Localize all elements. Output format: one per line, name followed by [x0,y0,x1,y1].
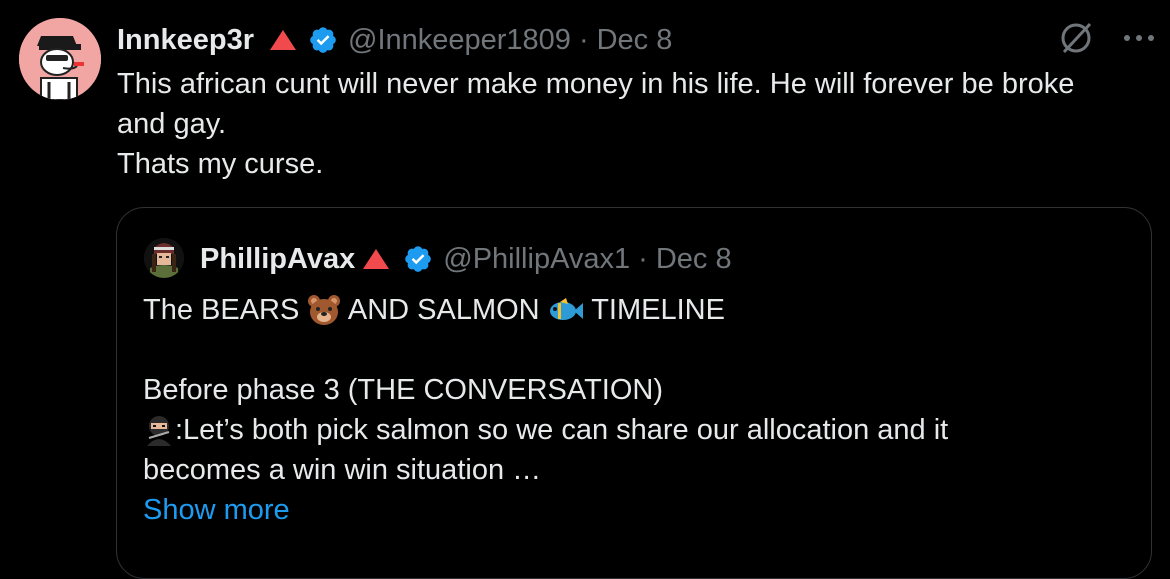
quote-text-line: Before phase 3 (THE CONVERSATION) [143,374,664,406]
show-more-line: Show more [143,490,1133,530]
quote-header: PhillipAvax @PhillipAvax1 · Dec 8 [200,238,732,280]
show-more-link[interactable]: Show more [143,490,290,530]
quote-author-avatar[interactable] [144,238,184,278]
ninja-emoji [147,416,171,446]
avatar-illustration [19,18,101,100]
separator-dot: · [638,242,648,275]
quote-text-line: :Let’s both pick salmon so we can share … [143,410,1133,450]
quote-text-line: The BEARS AND SALMON TIMELINE [143,290,1133,330]
red-triangle-icon [270,30,296,50]
verified-badge-icon[interactable] [403,244,433,274]
author-handle[interactable]: @Innkeeper1809 [348,24,571,57]
quote-author-name[interactable]: PhillipAvax [200,243,355,276]
quote-author-handle[interactable]: @PhillipAvax1 [443,243,630,276]
tweet-text-line: This african cunt will never make money … [117,68,1075,100]
red-triangle-icon [363,249,390,269]
tropical-fish-emoji [549,298,583,320]
quoted-tweet[interactable]: PhillipAvax @PhillipAvax1 · Dec 8 The BE… [116,207,1152,579]
author-avatar[interactable] [19,18,101,100]
quote-text-segment: The BEARS [143,294,308,326]
bear-face-emoji [308,295,341,325]
quote-date[interactable]: Dec 8 [656,243,732,276]
quote-text-segment: :Let’s both pick salmon so we can share … [175,414,949,446]
tweet-text: This african cunt will never make money … [117,64,1147,184]
tweet-actions-top [1056,18,1156,58]
tweet-header: Innkeep3r @Innkeeper1809 · Dec 8 [117,20,672,60]
quote-text: The BEARS AND SALMON TIMELINE Before pha… [143,290,1133,530]
grok-icon[interactable] [1056,18,1096,58]
separator-dot: · [578,23,589,56]
tweet-text-line: and gay. [117,108,227,140]
tweet-text-line: Thats my curse. [117,148,324,180]
quote-text-line: becomes a win win situation … [143,454,542,486]
more-icon[interactable] [1122,32,1156,44]
tweet-date[interactable]: Dec 8 [597,24,673,57]
avatar-illustration [144,238,184,278]
author-name[interactable]: Innkeep3r [117,24,254,57]
quote-text-segment: AND SALMON [341,294,548,326]
quote-text-segment: TIMELINE [583,294,725,326]
verified-badge-icon[interactable] [308,25,338,55]
